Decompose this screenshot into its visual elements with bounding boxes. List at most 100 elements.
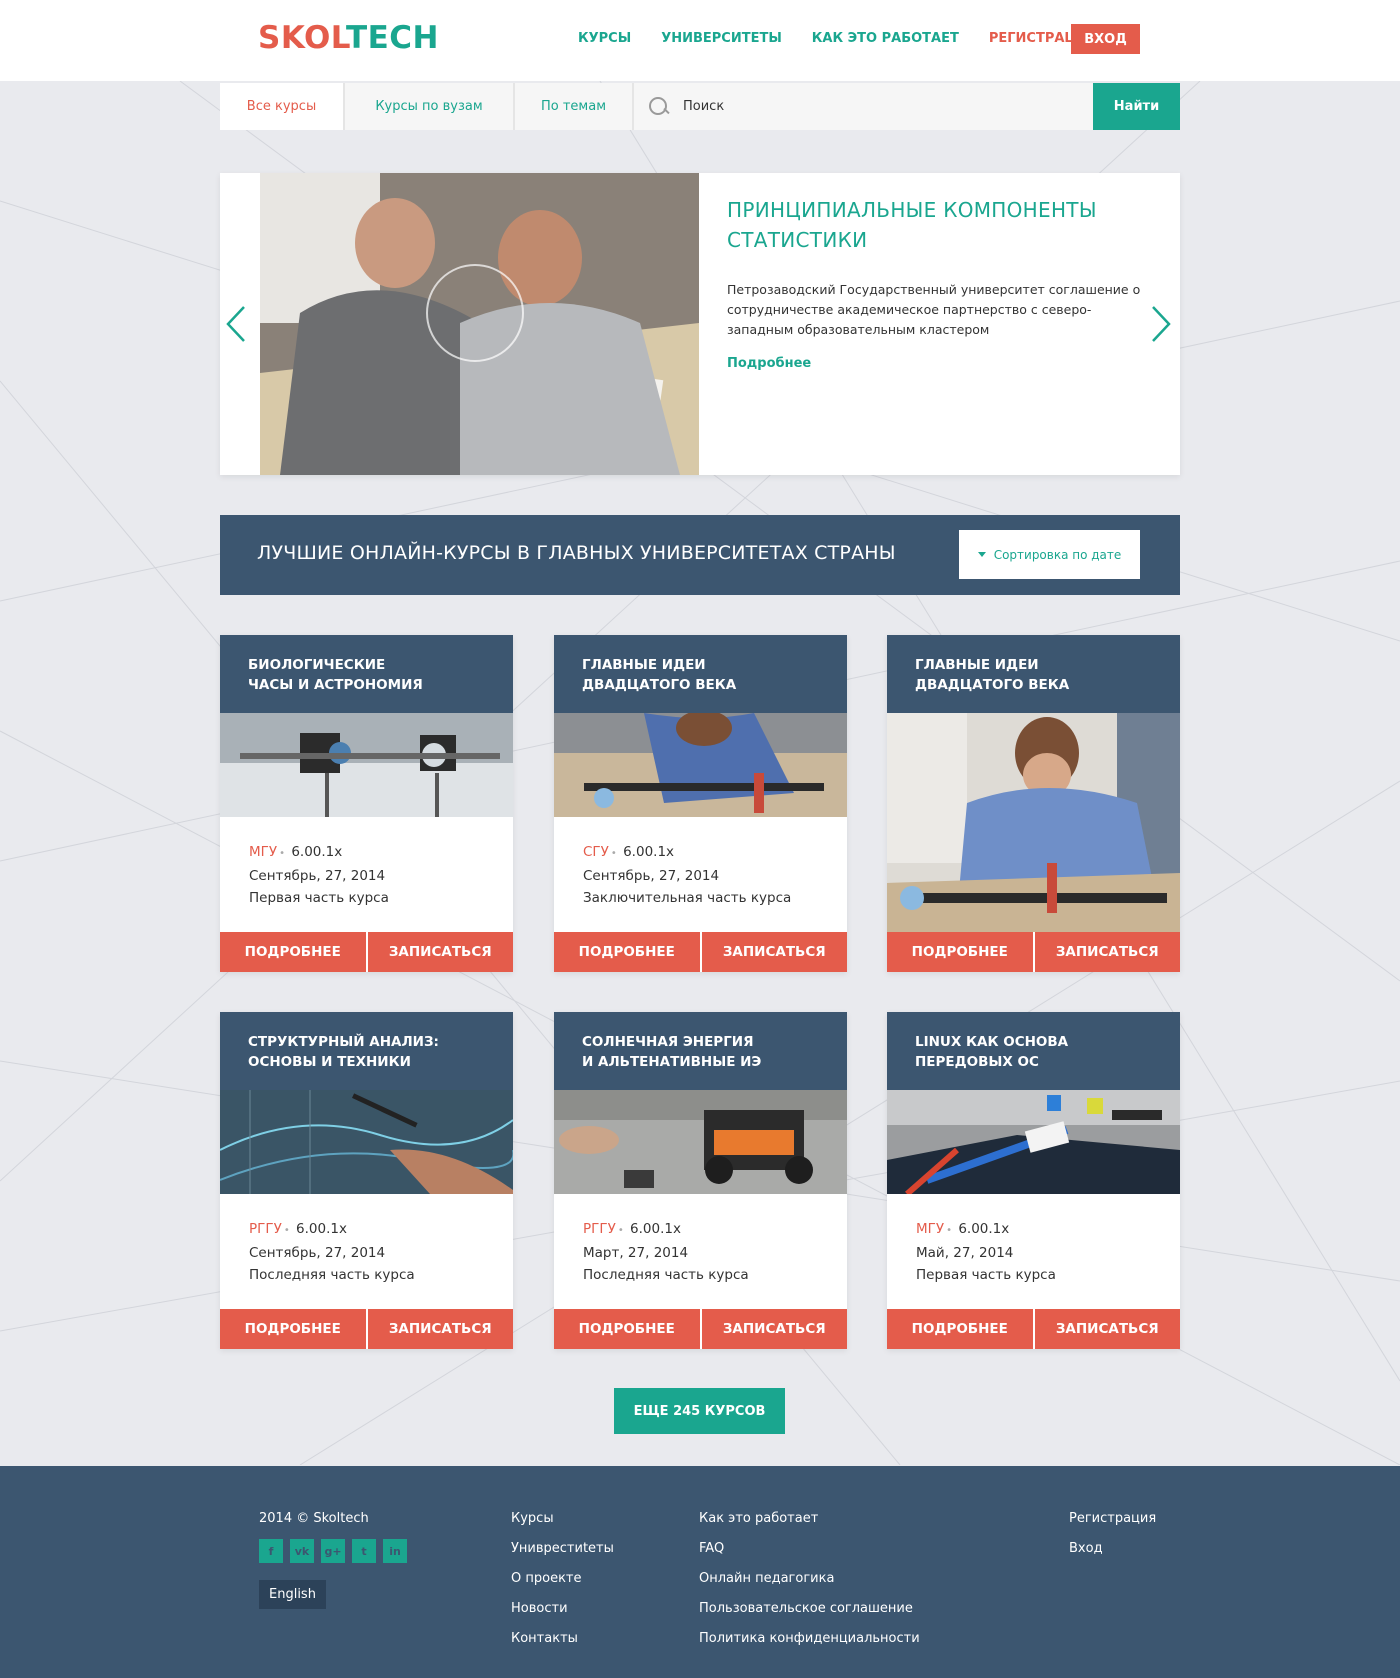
logo[interactable]: SKOLTECH xyxy=(258,20,439,56)
course-university[interactable]: МГУ xyxy=(916,1221,944,1237)
course-date: Сентябрь, 27, 2014 xyxy=(583,868,720,884)
course-info: МГУ • 6.00.1x Сентябрь, 27, 2014 Первая ч… xyxy=(249,841,389,909)
twitter-icon[interactable]: t xyxy=(352,1539,376,1563)
site-header: SKOLTECH Курсы Университеты Как это рабо… xyxy=(0,0,1400,81)
course-date: Сентябрь, 27, 2014 xyxy=(249,868,386,884)
course-university[interactable]: РГГУ xyxy=(249,1221,282,1237)
course-title[interactable]: Биологические часы и астрономия xyxy=(220,635,513,713)
footer-link-terms[interactable]: Пользовательское соглашение xyxy=(699,1601,920,1616)
sort-label: Сортировка по дате xyxy=(993,547,1122,562)
login-button[interactable]: Вход xyxy=(1071,24,1140,54)
course-more-button[interactable]: Подробнее xyxy=(554,1309,700,1349)
course-more-button[interactable]: Подробнее xyxy=(220,932,366,972)
course-info: МГУ • 6.00.1x Май, 27, 2014 Первая часть … xyxy=(916,1218,1056,1286)
course-enroll-button[interactable]: Записаться xyxy=(365,1309,513,1349)
footer-link-news[interactable]: Новости xyxy=(511,1601,614,1616)
course-title[interactable]: Солнечная энергия и альтенативные ИЭ xyxy=(554,1012,847,1090)
course-enroll-button[interactable]: Записаться xyxy=(699,932,847,972)
course-card: Солнечная энергия и альтенативные ИЭ РГГУ… xyxy=(554,1012,847,1349)
hero-content: Принципиальные компоненты статистики Пет… xyxy=(727,195,1147,371)
course-part: Последняя часть курса xyxy=(249,1267,415,1283)
course-university[interactable]: МГУ xyxy=(249,844,277,860)
course-code: 6.00.1x xyxy=(958,1221,1010,1237)
footer-link-about[interactable]: О проекте xyxy=(511,1571,614,1586)
hero-description: Петрозаводский Государственный университ… xyxy=(727,282,1141,337)
course-title[interactable]: Главные идеи двадцатого века xyxy=(887,635,1180,713)
nav-how-it-works[interactable]: Как это работает xyxy=(812,31,959,46)
course-actions: Подробнее Записаться xyxy=(554,932,847,972)
footer-link-privacy[interactable]: Политика конфиденциальности xyxy=(699,1631,920,1646)
search-button[interactable]: Найти xyxy=(1093,83,1180,130)
course-enroll-button[interactable]: Записаться xyxy=(699,1309,847,1349)
course-enroll-button[interactable]: Записаться xyxy=(365,932,513,972)
tab-by-topic[interactable]: По темам xyxy=(515,83,634,130)
course-image xyxy=(554,713,847,817)
caret-down-icon xyxy=(977,552,986,557)
search-input[interactable] xyxy=(683,99,1043,114)
chevron-left-icon[interactable] xyxy=(224,304,248,344)
linkedin-icon[interactable]: in xyxy=(383,1539,407,1563)
course-more-button[interactable]: Подробнее xyxy=(887,932,1033,972)
footer-link-how-it-works[interactable]: Как это работает xyxy=(699,1511,920,1526)
course-filter-bar: Все курсы Курсы по вузам По темам Найти xyxy=(220,83,1180,130)
footer-column-account: Регистрация Вход xyxy=(1069,1511,1156,1571)
course-date: Март, 27, 2014 xyxy=(583,1245,689,1261)
course-university[interactable]: РГГУ xyxy=(583,1221,616,1237)
course-more-button[interactable]: Подробнее xyxy=(220,1309,366,1349)
course-image xyxy=(887,713,1180,932)
footer-link-registration[interactable]: Регистрация xyxy=(1069,1511,1156,1526)
site-footer: 2014 © Skoltech f vk g+ t in English Кур… xyxy=(0,1466,1400,1678)
language-switch[interactable]: English xyxy=(259,1580,326,1609)
course-card: Главные идеи двадцатого века СГУ • 6.00.1x… xyxy=(554,635,847,972)
course-more-button[interactable]: Подробнее xyxy=(554,932,700,972)
footer-link-contacts[interactable]: Контакты xyxy=(511,1631,614,1646)
search-box xyxy=(634,83,1093,130)
course-enroll-button[interactable]: Записаться xyxy=(1032,1309,1180,1349)
tab-by-university[interactable]: Курсы по вузам xyxy=(345,83,515,130)
course-code: 6.00.1x xyxy=(623,844,675,860)
nav-universities[interactable]: Университеты xyxy=(661,31,782,46)
hero-slider: Принципиальные компоненты статистики Пет… xyxy=(220,173,1180,475)
social-links: f vk g+ t in xyxy=(259,1539,407,1563)
course-title[interactable]: Главные идеи двадцатого века xyxy=(554,635,847,713)
facebook-icon[interactable]: f xyxy=(259,1539,283,1563)
copyright: 2014 © Skoltech xyxy=(259,1511,369,1526)
course-actions: Подробнее Записаться xyxy=(220,932,513,972)
footer-link-courses[interactable]: Курсы xyxy=(511,1511,614,1526)
hero-title: Принципиальные компоненты статистики xyxy=(727,198,1097,252)
hero-more-link[interactable]: Подробнее xyxy=(727,356,811,371)
course-date: Май, 27, 2014 xyxy=(916,1245,1014,1261)
course-university[interactable]: СГУ xyxy=(583,844,609,860)
course-part: Первая часть курса xyxy=(249,890,389,906)
tab-all-courses[interactable]: Все курсы xyxy=(220,83,345,130)
course-title[interactable]: Linux как основа передовых ОС xyxy=(887,1012,1180,1090)
sort-dropdown[interactable]: Сортировка по дате xyxy=(959,530,1140,579)
chevron-right-icon[interactable] xyxy=(1149,304,1173,344)
course-part: Заключительная часть курса xyxy=(583,890,792,906)
course-code: 6.00.1x xyxy=(296,1221,347,1237)
main-nav: Курсы Университеты Как это работает Реги… xyxy=(578,31,1127,46)
section-title: Лучшие онлайн-курсы в главных университе… xyxy=(257,542,896,564)
course-actions: Подробнее Записаться xyxy=(220,1309,513,1349)
course-part: Первая часть курса xyxy=(916,1267,1056,1283)
footer-link-universities[interactable]: Униврестиteты xyxy=(511,1541,614,1556)
course-card: Главные идеи двадцатого века Подробнее За… xyxy=(887,635,1180,972)
course-code: 6.00.1x xyxy=(291,844,343,860)
footer-link-pedagogy[interactable]: Онлайн педагогика xyxy=(699,1571,920,1586)
footer-link-login[interactable]: Вход xyxy=(1069,1541,1156,1556)
more-courses-button[interactable]: Еще 245 курсов xyxy=(614,1388,785,1434)
courses-section-header: Лучшие онлайн-курсы в главных университе… xyxy=(220,515,1180,595)
google-plus-icon[interactable]: g+ xyxy=(321,1539,345,1563)
course-enroll-button[interactable]: Записаться xyxy=(1032,932,1180,972)
course-code: 6.00.1x xyxy=(630,1221,681,1237)
vk-icon[interactable]: vk xyxy=(290,1539,314,1563)
course-info: РГГУ • 6.00.1x Сентябрь, 27, 2014 Последн… xyxy=(249,1218,415,1286)
course-actions: Подробнее Записаться xyxy=(887,932,1180,972)
footer-link-faq[interactable]: FAQ xyxy=(699,1541,920,1556)
course-more-button[interactable]: Подробнее xyxy=(887,1309,1033,1349)
hero-image xyxy=(260,173,699,475)
course-info: РГГУ • 6.00.1x Март, 27, 2014 Последняя ч… xyxy=(583,1218,749,1286)
nav-courses[interactable]: Курсы xyxy=(578,31,631,46)
footer-column-info: Как это работает FAQ Онлайн педагогика П… xyxy=(699,1511,920,1661)
course-title[interactable]: Структурный анализ: основы и техники xyxy=(220,1012,513,1090)
